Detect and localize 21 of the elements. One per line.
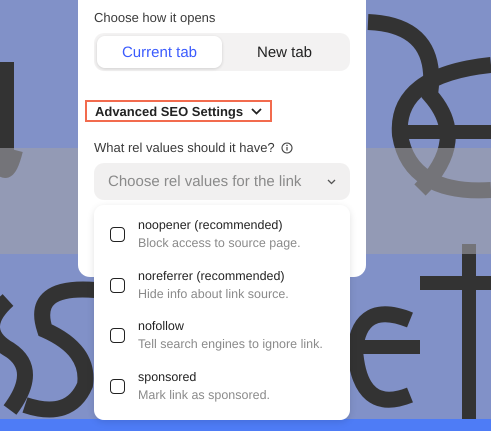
section-label: Choose how it opens bbox=[94, 10, 216, 25]
option-checkbox[interactable] bbox=[110, 378, 125, 394]
option-title: nofollow bbox=[138, 319, 185, 333]
option-title: noreferrer (recommended) bbox=[138, 268, 286, 282]
advanced-seo-toggle[interactable]: Advanced SEO Settings bbox=[85, 100, 272, 122]
chevron-icon bbox=[251, 108, 262, 114]
open-mode-tab[interactable]: New tab bbox=[222, 36, 347, 68]
option-description: Tell search engines to ignore link. bbox=[138, 337, 323, 351]
option-checkbox[interactable] bbox=[110, 227, 125, 242]
info-icon bbox=[280, 142, 293, 154]
option-checkbox[interactable] bbox=[110, 328, 125, 343]
open-mode-tab[interactable]: Current tab bbox=[97, 36, 222, 68]
option-checkbox[interactable] bbox=[110, 278, 125, 292]
option-description: Hide info about link source. bbox=[138, 286, 289, 300]
option-title: sponsored bbox=[138, 370, 198, 384]
field-label: What rel values should it have? bbox=[94, 140, 275, 155]
select-placeholder: Choose rel values for the link bbox=[108, 173, 302, 190]
option-description: Mark link as sponsored. bbox=[138, 388, 270, 402]
option-description: Block access to source page. bbox=[138, 236, 301, 250]
option-title: noopener (recommended) bbox=[138, 218, 284, 232]
chevron-icon bbox=[327, 178, 336, 184]
